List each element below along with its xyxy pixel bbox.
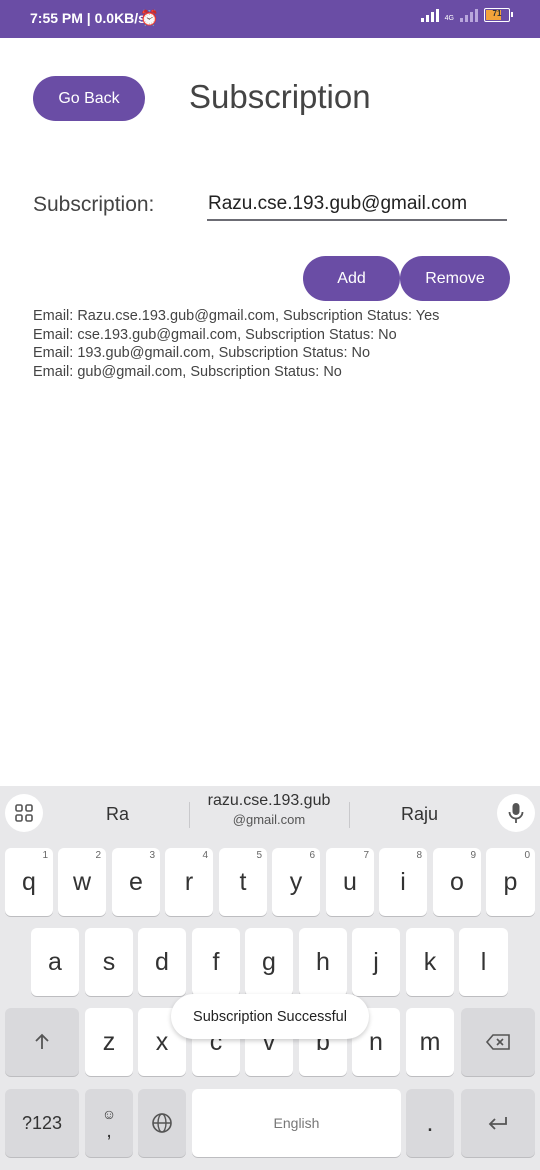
key-number: 2 [95, 850, 101, 861]
key-z[interactable]: z [85, 1008, 133, 1076]
key-label: y [289, 867, 303, 896]
alarm-clock-icon: ⏰ [140, 10, 159, 27]
signal-strength-2-icon [460, 8, 478, 22]
key-o[interactable]: 9o [433, 848, 481, 916]
key-label: e [129, 867, 143, 896]
key-y[interactable]: 6y [272, 848, 320, 916]
shift-key[interactable] [5, 1008, 79, 1076]
key-t[interactable]: 5t [219, 848, 267, 916]
suggestion-middle[interactable]: razu.cse.193.gub @gmail.com [190, 792, 348, 827]
key-q[interactable]: 1q [5, 848, 53, 916]
suggestion-left[interactable]: Ra [60, 804, 175, 825]
period-key[interactable]: . [406, 1089, 454, 1157]
key-number: 6 [309, 850, 315, 861]
key-l[interactable]: l [459, 928, 508, 996]
language-key[interactable] [138, 1089, 186, 1157]
go-back-button[interactable]: Go Back [33, 76, 145, 121]
key-label: o [450, 867, 464, 896]
key-u[interactable]: 7u [326, 848, 374, 916]
key-label: r [184, 867, 194, 896]
symbols-key[interactable]: ?123 [5, 1089, 79, 1157]
key-j[interactable]: j [352, 928, 400, 996]
list-item: Email: cse.193.gub@gmail.com, Subscripti… [33, 326, 397, 343]
key-r[interactable]: 4r [165, 848, 213, 916]
battery-icon: 71 [484, 8, 513, 22]
battery-level: 71 [492, 9, 502, 18]
key-p[interactable]: 0p [486, 848, 535, 916]
apps-grid-icon[interactable] [5, 794, 43, 832]
key-e[interactable]: 3e [112, 848, 160, 916]
globe-icon [152, 1113, 172, 1133]
key-number: 4 [202, 850, 208, 861]
key-label: i [400, 867, 406, 896]
suggestion-right[interactable]: Raju [362, 804, 477, 825]
add-button[interactable]: Add [303, 256, 400, 301]
key-label: w [72, 867, 92, 896]
key-k[interactable]: k [406, 928, 454, 996]
space-key[interactable]: English [192, 1089, 401, 1157]
key-h[interactable]: h [299, 928, 347, 996]
soft-keyboard: Ra razu.cse.193.gub @gmail.com Raju 1q 2… [0, 786, 540, 1170]
remove-button[interactable]: Remove [400, 256, 510, 301]
subscription-list: Email: Razu.cse.193.gub@gmail.com, Subsc… [33, 307, 513, 381]
backspace-key[interactable] [461, 1008, 535, 1076]
key-w[interactable]: 2w [58, 848, 106, 916]
list-item: Email: Razu.cse.193.gub@gmail.com, Subsc… [33, 308, 440, 324]
signal-strength-icon [420, 8, 439, 22]
key-a[interactable]: a [31, 928, 79, 996]
key-label: u [343, 867, 357, 896]
key-d[interactable]: d [138, 928, 186, 996]
key-s[interactable]: s [85, 928, 133, 996]
key-label: t [239, 867, 247, 896]
subscription-label: Subscription: [33, 193, 155, 216]
shift-arrow-icon [35, 1033, 49, 1049]
divider [349, 802, 350, 828]
key-label: q [22, 867, 36, 896]
enter-key[interactable] [461, 1089, 535, 1157]
key-number: 9 [470, 850, 476, 861]
comma-label: , [106, 1120, 112, 1142]
suggestion-bar: Ra razu.cse.193.gub @gmail.com Raju [0, 786, 540, 842]
list-item: Email: 193.gub@gmail.com, Subscription S… [33, 345, 371, 361]
backspace-icon [485, 1034, 510, 1050]
page-title: Subscription [189, 78, 371, 115]
status-icons: 4G 71 [420, 8, 513, 22]
enter-icon [488, 1117, 507, 1130]
suggestion-middle-line2: @gmail.com [232, 812, 306, 827]
status-time: 7:55 PM | 0.0KB/s [30, 10, 146, 26]
key-number: 7 [363, 850, 369, 861]
key-number: 5 [256, 850, 262, 861]
key-f[interactable]: f [192, 928, 240, 996]
toast-message: Subscription Successful [171, 994, 369, 1039]
key-g[interactable]: g [245, 928, 293, 996]
key-label: p [503, 867, 518, 896]
comma-emoji-key[interactable]: ☺ , [85, 1089, 133, 1157]
key-number: 8 [416, 850, 422, 861]
key-number: 0 [524, 850, 530, 861]
status-bar: 7:55 PM | 0.0KB/s ⏰ 4G 71 [0, 0, 540, 38]
microphone-icon[interactable] [497, 794, 535, 832]
key-i[interactable]: 8i [379, 848, 427, 916]
list-item: Email: gub@gmail.com, Subscription Statu… [33, 363, 342, 380]
key-number: 1 [42, 850, 48, 861]
suggestion-middle-line1: razu.cse.193.gub [207, 792, 331, 809]
key-m[interactable]: m [406, 1008, 454, 1076]
key-number: 3 [149, 850, 155, 861]
email-input[interactable] [207, 191, 507, 221]
network-type: 4G [444, 15, 454, 22]
